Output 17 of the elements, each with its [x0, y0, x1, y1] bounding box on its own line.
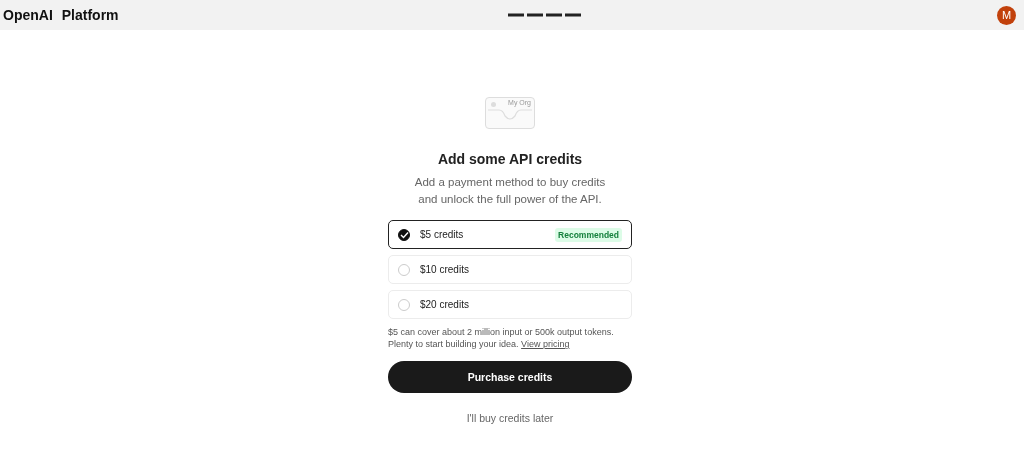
- option-label: $20 credits: [420, 299, 470, 310]
- user-avatar[interactable]: M: [997, 5, 1016, 25]
- credit-option[interactable]: $10 credits: [388, 255, 632, 284]
- pricing-note: $5 can cover about 2 million input or 500k output tokens. Plenty to start building your idea. View pricing: [388, 326, 615, 350]
- option-label: $5 credits: [420, 229, 465, 240]
- purchase-button[interactable]: Purchase credits: [388, 361, 632, 393]
- skip-link[interactable]: I'll buy credits later: [466, 412, 554, 424]
- credit-option[interactable]: $20 credits: [388, 290, 632, 319]
- dialog-subtitle: Add a payment method to buy credits and unlock the full power of the API.: [413, 175, 607, 207]
- recommended-badge: Recommended: [555, 227, 622, 242]
- credit-option[interactable]: $5 credits Recommended: [388, 220, 632, 249]
- option-label: $10 credits: [420, 264, 470, 275]
- dialog-title: Add some API credits: [437, 150, 583, 168]
- radio-button[interactable]: [398, 228, 410, 241]
- product-name[interactable]: Platform: [61, 7, 119, 23]
- logo-text[interactable]: OpenAI: [3, 7, 53, 23]
- view-pricing-link[interactable]: View pricing: [521, 339, 570, 349]
